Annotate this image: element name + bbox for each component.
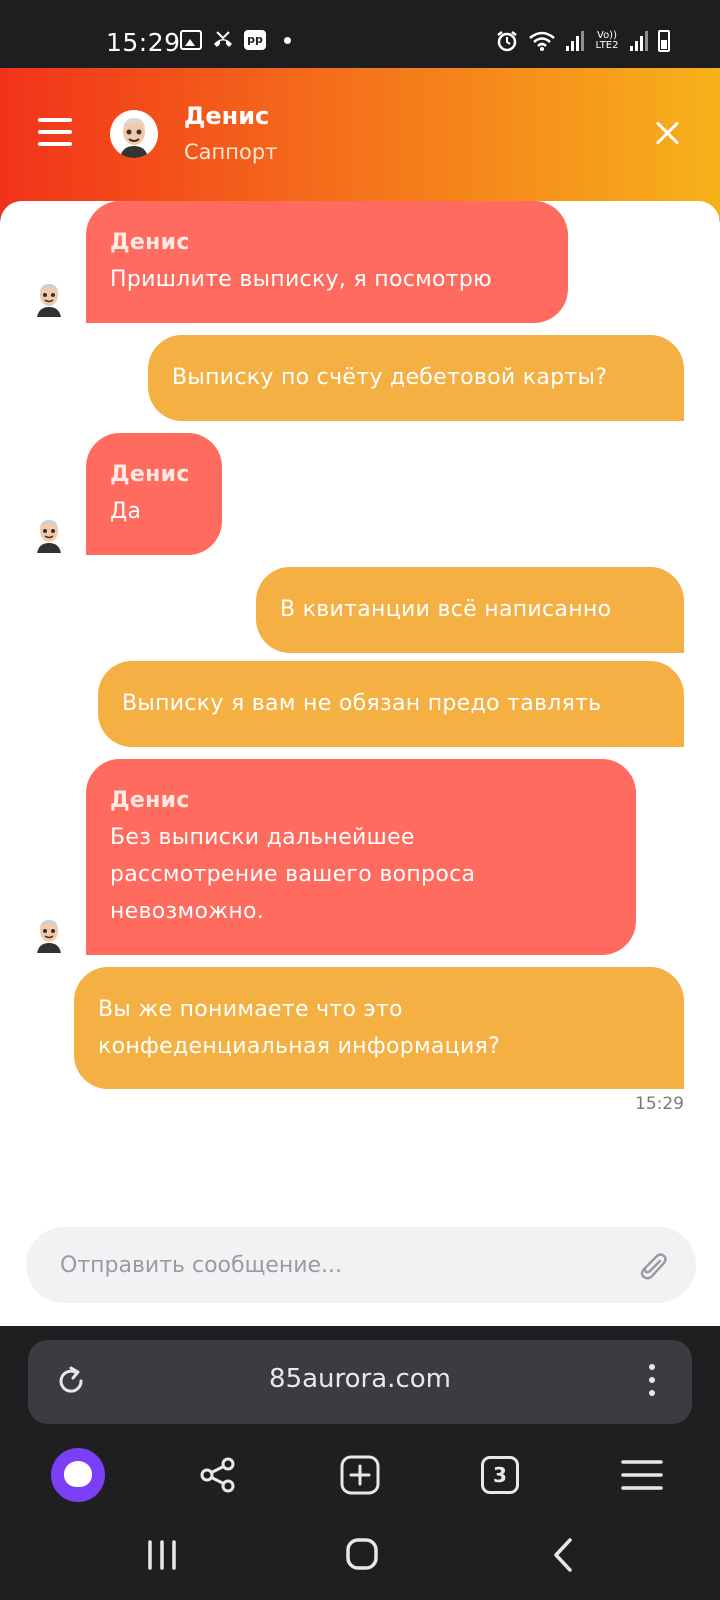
message-text-line: Без выписки дальнейшее bbox=[110, 825, 415, 850]
message-input[interactable] bbox=[60, 1227, 620, 1303]
message-sender: Денис bbox=[110, 462, 190, 487]
wifi-icon bbox=[529, 31, 555, 51]
outgoing-message: Выписку по счёту дебетовой карты? bbox=[148, 335, 684, 421]
message-sender: Денис bbox=[110, 230, 190, 255]
tabs-button[interactable]: 3 bbox=[470, 1440, 530, 1510]
url-text[interactable]: 85aurora.com bbox=[28, 1364, 692, 1394]
agent-mini-avatar-icon bbox=[37, 520, 61, 553]
message-sender: Денис bbox=[110, 788, 190, 813]
alarm-icon bbox=[497, 31, 517, 52]
home-icon[interactable] bbox=[332, 1530, 392, 1580]
message-text: Пришлите выписку, я посмотрю bbox=[110, 267, 492, 292]
system-icons: Vo)) LTE2 bbox=[496, 30, 670, 52]
message-text-line: рассмотрение вашего вопроса bbox=[110, 862, 476, 887]
outgoing-message: Выписку я вам не обязан предо тавлять bbox=[98, 661, 684, 747]
agent-name: Денис bbox=[184, 102, 270, 130]
app-notification-icon: pp bbox=[244, 30, 266, 50]
share-button[interactable] bbox=[188, 1440, 248, 1510]
alice-icon bbox=[51, 1448, 105, 1502]
close-chat-button[interactable] bbox=[654, 120, 680, 146]
agent-role: Саппорт bbox=[184, 140, 278, 164]
outgoing-message: В квитанции всё написанно bbox=[256, 567, 684, 653]
browser-toolbar: 3 bbox=[0, 1440, 720, 1520]
message-text: В квитанции всё написанно bbox=[280, 597, 612, 622]
agent-mini-avatar-icon bbox=[37, 284, 61, 317]
message-text: Да bbox=[110, 499, 142, 524]
new-tab-button[interactable] bbox=[330, 1440, 390, 1510]
signal-2-icon bbox=[630, 31, 648, 51]
incoming-message: Денис Без выписки дальнейшее рассмотрени… bbox=[86, 759, 636, 955]
incoming-message: Денис Да bbox=[86, 433, 222, 555]
share-icon bbox=[200, 1457, 235, 1493]
message-timestamp: 15:29 bbox=[635, 1094, 684, 1114]
message-text-line: невозможно. bbox=[110, 899, 265, 924]
message-composer bbox=[26, 1227, 696, 1303]
message-text-line: Вы же понимаете что это bbox=[98, 997, 403, 1022]
browser-menu-button[interactable] bbox=[648, 1364, 656, 1400]
signal-icon bbox=[566, 31, 584, 51]
browser-main-menu-button[interactable] bbox=[612, 1440, 672, 1510]
status-bar: 15:29 pp Vo)) LTE2 bbox=[0, 0, 720, 68]
system-navigation-bar bbox=[0, 1520, 720, 1600]
incoming-message: Денис Пришлите выписку, я посмотрю bbox=[86, 201, 568, 323]
agent-mini-avatar-icon bbox=[37, 920, 61, 953]
notification-icons: pp bbox=[180, 30, 291, 50]
menu-button[interactable] bbox=[38, 118, 72, 146]
browser-address-bar[interactable]: 85aurora.com bbox=[28, 1340, 692, 1424]
chat-header: Денис Саппорт bbox=[0, 68, 720, 218]
message-text: Выписку я вам не обязан предо тавлять bbox=[122, 691, 602, 716]
agent-face-icon bbox=[120, 118, 148, 158]
agent-avatar bbox=[110, 110, 158, 158]
alice-assistant-button[interactable] bbox=[48, 1440, 108, 1510]
chat-messages[interactable]: Денис Пришлите выписку, я посмотрю Выпис… bbox=[0, 201, 720, 1326]
back-icon[interactable] bbox=[534, 1530, 594, 1580]
menu-icon bbox=[38, 118, 72, 122]
hamburger-icon bbox=[621, 1460, 663, 1490]
plus-square-icon bbox=[340, 1455, 380, 1495]
more-vertical-icon bbox=[649, 1364, 655, 1370]
tab-count: 3 bbox=[481, 1456, 519, 1494]
message-text: Выписку по счёту дебетовой карты? bbox=[172, 365, 608, 390]
missed-call-icon bbox=[214, 31, 232, 47]
recent-apps-icon[interactable] bbox=[132, 1530, 192, 1580]
message-text-line: конфеденциальная информация? bbox=[98, 1034, 501, 1059]
status-time: 15:29 bbox=[106, 28, 181, 57]
lte-label: Vo)) LTE2 bbox=[595, 30, 619, 51]
gallery-icon bbox=[180, 30, 202, 50]
outgoing-message: Вы же понимаете что это конфеденциальная… bbox=[74, 967, 684, 1089]
more-notifications-icon bbox=[284, 36, 291, 44]
battery-icon bbox=[658, 30, 670, 52]
attach-file-icon[interactable] bbox=[634, 1247, 670, 1283]
